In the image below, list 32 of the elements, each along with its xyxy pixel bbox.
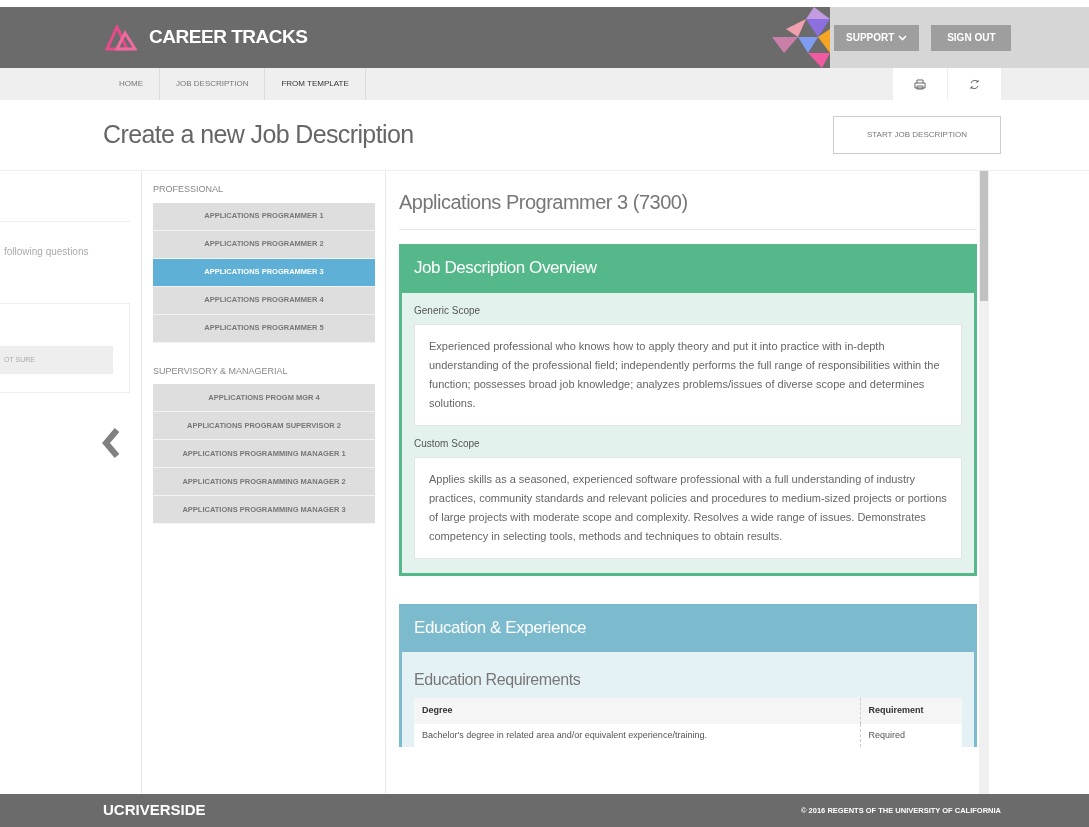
chevron-left-icon[interactable]	[102, 427, 120, 459]
logo-icon	[105, 24, 137, 51]
breadcrumb-item[interactable]: HOME	[103, 68, 160, 100]
column-header: Requirement	[860, 698, 962, 724]
group-heading: PROFESSIONAL	[153, 183, 225, 196]
education-title: Education & Experience	[402, 606, 974, 652]
start-job-description-button[interactable]: START JOB DESCRIPTION	[833, 116, 1001, 154]
refresh-button[interactable]	[947, 68, 1001, 100]
table-cell: Bachelor's degree in related area and/or equivalent experience/training.	[414, 723, 860, 747]
page-title: Create a new Job Description	[103, 119, 415, 151]
scope-text: Experienced professional who knows how to apply theory and put it into practice with in-depth understanding of the professional field; independently performs the full range of responsibilities within the function; possesses broad job knowledge; analyzes problems/issues of diverse scope and determines solutions.	[414, 323, 962, 426]
breadcrumb-item[interactable]: JOB DESCRIPTION	[160, 68, 266, 100]
section-label: Custom Scope	[414, 436, 481, 451]
support-button[interactable]: SUPPORT	[834, 24, 920, 51]
education-subtitle: Education Requirements	[414, 670, 582, 690]
print-icon	[914, 78, 926, 90]
group-heading: SUPERVISORY & MANAGERIAL	[153, 364, 289, 378]
refresh-icon	[969, 78, 980, 90]
footer-logo: UCRIVERSIDE	[103, 800, 206, 821]
print-button[interactable]	[893, 68, 947, 100]
scrollbar[interactable]	[979, 171, 989, 794]
table-cell: Required	[860, 723, 962, 747]
sign-out-button[interactable]: SIGN OUT	[931, 24, 1012, 51]
app-title: CAREER TRACKS	[149, 25, 308, 50]
overview-title: Job Description Overview	[402, 247, 974, 293]
section-label: Generic Scope	[414, 303, 482, 318]
breadcrumb-item[interactable]: FROM TEMPLATE	[265, 68, 366, 100]
chevron-down-icon	[898, 34, 908, 41]
question-text: following questions	[3, 246, 89, 257]
job-title: Applications Programmer 3 (7300)	[399, 187, 977, 230]
column-header: Degree	[414, 698, 860, 724]
scope-text: Applies skills as a seasoned, experienced software professional with a full understanding of industry practices, community standards and relevant policies and procedures to medium-sized projects or portions of large projects with moderate scope and complexity. Resolves a wide range of issues. Demonstrates competency in selecting tools, methods and techniques to obtain results.	[414, 456, 962, 559]
